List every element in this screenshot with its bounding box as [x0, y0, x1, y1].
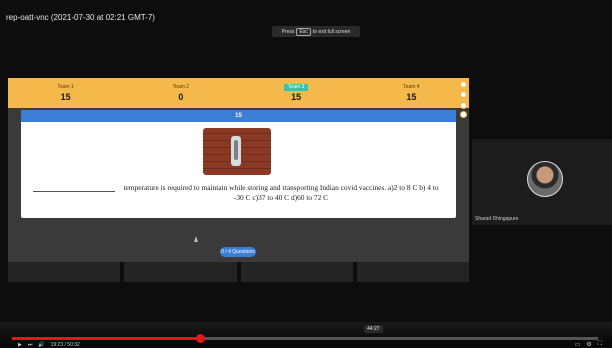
shared-screen: Team 1 15 Team 2 0 Team 3 15 Team 4 15 1… — [8, 78, 469, 262]
timeline-progress — [12, 337, 200, 340]
mouse-cursor-icon — [194, 236, 198, 242]
esc-key: Esc — [296, 27, 311, 36]
team-3[interactable]: Team 3 15 — [239, 78, 354, 108]
team-2[interactable]: Team 2 0 — [123, 78, 238, 108]
team-score: 0 — [178, 92, 184, 102]
thermometer-image — [203, 128, 271, 175]
timeline[interactable] — [12, 337, 598, 340]
toast-post: to exit full screen — [312, 28, 351, 35]
time-display: 19:23 / 50:32 — [50, 342, 80, 348]
scrubber-handle[interactable] — [195, 334, 205, 343]
info-dot-icon[interactable] — [460, 102, 467, 109]
team-name: Team 2 — [172, 84, 190, 90]
menu-dot-icon[interactable] — [460, 91, 467, 98]
question-text: temperature is required to maintain whil… — [123, 183, 439, 202]
next-icon[interactable]: ⏭ — [28, 342, 33, 348]
participant-tile[interactable]: Sharad Dhingapure — [472, 139, 612, 225]
tile — [124, 262, 237, 282]
team-1[interactable]: Team 1 15 — [8, 78, 123, 108]
thermometer-icon — [231, 136, 241, 166]
left-controls: ▶ ⏭ 🔊 19:23 / 50:32 — [18, 342, 80, 348]
question-progress-button[interactable]: 0 / 4 Questions — [220, 247, 256, 257]
answer-blank — [33, 191, 115, 192]
tile — [240, 262, 353, 282]
play-icon[interactable]: ▶ — [18, 342, 22, 348]
participant-name: Sharad Dhingapure — [475, 216, 519, 222]
toast-pre: Press — [281, 28, 295, 35]
team-4[interactable]: Team 4 15 — [354, 78, 469, 108]
team-score: 15 — [291, 92, 302, 102]
question-card: 15 temperature is required to maintain w… — [21, 110, 456, 218]
team-name: Team 4 — [403, 84, 420, 90]
team-score: 15 — [406, 92, 417, 102]
tile — [356, 262, 469, 282]
volume-icon[interactable]: 🔊 — [38, 342, 44, 348]
recording-title: rep-oatt-vnc (2021-07-30 at 02:21 GMT-7) — [6, 13, 155, 22]
team-name: Team 1 — [57, 84, 74, 90]
question-number: 15 — [21, 110, 456, 122]
help-dot-icon[interactable] — [460, 111, 467, 118]
team-score-bar: Team 1 15 Team 2 0 Team 3 15 Team 4 15 — [8, 78, 469, 108]
timeline-tooltip: 44:27 — [364, 325, 383, 333]
tile — [8, 262, 121, 282]
team-score: 15 — [60, 92, 71, 102]
team-name: Team 3 — [283, 84, 309, 91]
video-controls — [0, 322, 612, 347]
settings-dot-icon[interactable] — [460, 81, 467, 88]
background-tiles — [8, 262, 469, 282]
avatar — [527, 161, 563, 197]
fullscreen-toast: Press Esc to exit full screen — [272, 26, 360, 37]
